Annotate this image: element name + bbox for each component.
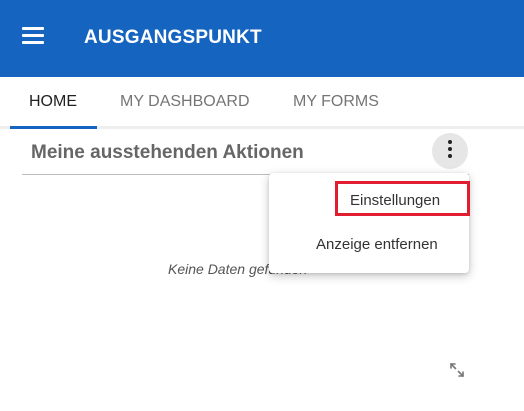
- menu-item-settings[interactable]: Einstellungen: [350, 192, 440, 209]
- hamburger-icon[interactable]: [22, 27, 44, 45]
- widget-title: Meine ausstehenden Aktionen: [31, 142, 304, 163]
- tab-my-dashboard[interactable]: MY DASHBOARD: [120, 93, 250, 111]
- more-vertical-icon[interactable]: [432, 133, 468, 169]
- menu-item-remove-widget[interactable]: Anzeige entfernen: [316, 236, 438, 253]
- expand-icon[interactable]: [449, 362, 465, 378]
- tab-my-forms[interactable]: MY FORMS: [293, 93, 379, 111]
- app-title: AUSGANGSPUNKT: [84, 27, 262, 48]
- app-bar: AUSGANGSPUNKT: [0, 0, 524, 77]
- tab-bar: HOME MY DASHBOARD MY FORMS: [0, 77, 524, 129]
- context-menu: Einstellungen Anzeige entfernen: [269, 173, 469, 273]
- tab-home[interactable]: HOME: [29, 93, 77, 111]
- active-tab-indicator: [10, 126, 97, 129]
